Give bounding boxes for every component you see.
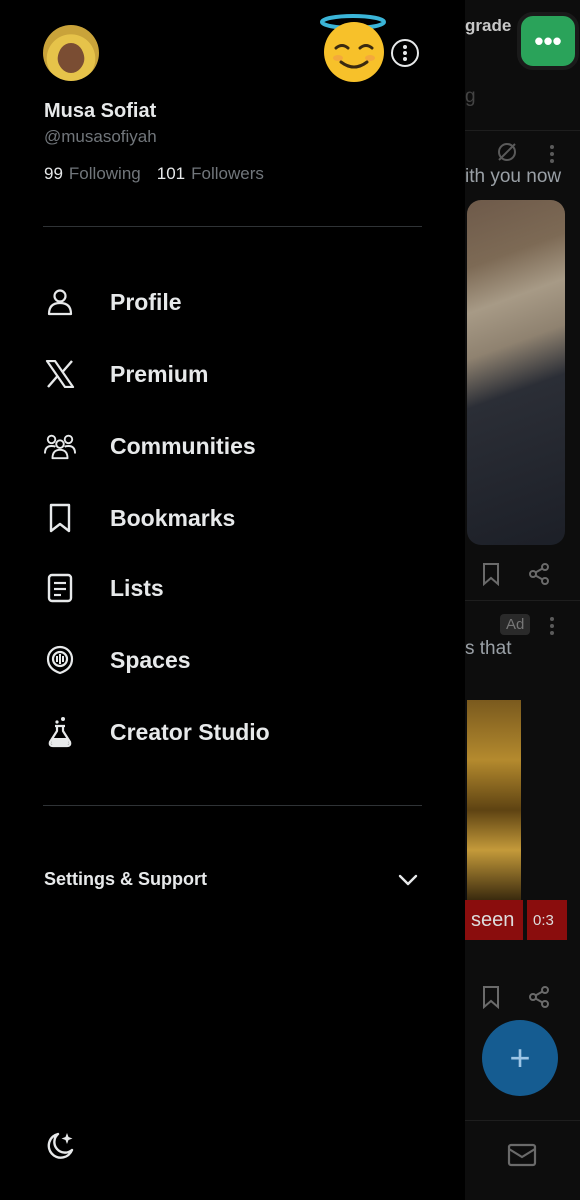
followers-link[interactable]: 101 Followers — [157, 164, 264, 184]
profile-handle: @musasofiyah — [44, 127, 157, 146]
avatar[interactable] — [43, 25, 99, 81]
list-icon — [44, 572, 76, 604]
menu-item-premium[interactable]: Premium — [0, 344, 465, 404]
post-image[interactable] — [467, 200, 565, 545]
bookmark-icon[interactable] — [481, 985, 501, 1009]
video-duration: 0:3 — [527, 900, 567, 940]
bookmark-icon — [44, 502, 76, 534]
communities-icon — [44, 430, 76, 462]
more-apps-button[interactable]: ••• — [517, 12, 579, 70]
following-count: 99 — [44, 164, 63, 183]
halo-smile-emoji-icon — [320, 14, 386, 82]
x-logo-icon — [44, 358, 76, 390]
upgrade-fragment: grade — [465, 16, 512, 35]
background-feed: grade ••• g ith you now Ad s that seen 0… — [465, 0, 580, 1200]
person-icon — [44, 286, 76, 318]
profile-name[interactable]: Musa Sofiat — [44, 100, 156, 123]
dark-mode-toggle-icon[interactable] — [44, 1130, 76, 1162]
share-icon[interactable] — [527, 985, 551, 1009]
following-link[interactable]: 99 Following — [44, 164, 141, 184]
side-drawer: Musa Sofiat @musasofiyah 99 Following 10… — [0, 0, 465, 1200]
share-icon[interactable] — [527, 562, 551, 586]
menu-item-label: Profile — [110, 288, 182, 315]
post-more-icon[interactable] — [547, 144, 557, 164]
follow-stats: 99 Following 101 Followers — [44, 164, 264, 184]
menu-item-creator-studio[interactable]: Creator Studio — [0, 702, 465, 762]
ad-more-icon[interactable] — [547, 616, 557, 636]
messages-icon[interactable] — [507, 1142, 537, 1168]
settings-support-label: Settings & Support — [44, 869, 207, 889]
menu-item-profile[interactable]: Profile — [0, 272, 465, 332]
menu-item-label: Spaces — [110, 646, 191, 673]
menu-item-communities[interactable]: Communities — [0, 416, 465, 476]
bookmark-icon[interactable] — [481, 562, 501, 586]
flask-icon — [44, 716, 76, 748]
compose-button[interactable]: + — [482, 1020, 558, 1096]
chevron-down-icon — [398, 874, 418, 886]
menu-item-spaces[interactable]: Spaces — [0, 630, 465, 690]
menu-item-label: Creator Studio — [110, 718, 270, 745]
settings-support-toggle[interactable]: Settings & Support — [0, 862, 465, 900]
divider — [43, 805, 422, 806]
menu-item-lists[interactable]: Lists — [0, 558, 465, 618]
menu-item-label: Communities — [110, 432, 256, 459]
repost-icon — [498, 143, 516, 161]
menu-item-label: Lists — [110, 574, 164, 601]
divider — [43, 226, 422, 227]
following-label: Following — [68, 164, 141, 183]
menu-item-label: Bookmarks — [110, 504, 236, 531]
spaces-icon — [44, 644, 76, 676]
menu-item-label: Premium — [110, 360, 209, 387]
followers-label: Followers — [191, 164, 264, 183]
ad-image[interactable] — [467, 700, 521, 900]
ad-badge: Ad — [500, 614, 531, 635]
more-options-icon[interactable] — [390, 38, 420, 68]
followers-count: 101 — [156, 164, 186, 183]
search-fragment: g — [465, 86, 476, 107]
post2-fragment: s that — [465, 638, 512, 659]
post1-fragment: ith you now — [465, 166, 562, 187]
video-caption: seen — [465, 900, 523, 940]
menu-item-bookmarks[interactable]: Bookmarks — [0, 488, 465, 548]
